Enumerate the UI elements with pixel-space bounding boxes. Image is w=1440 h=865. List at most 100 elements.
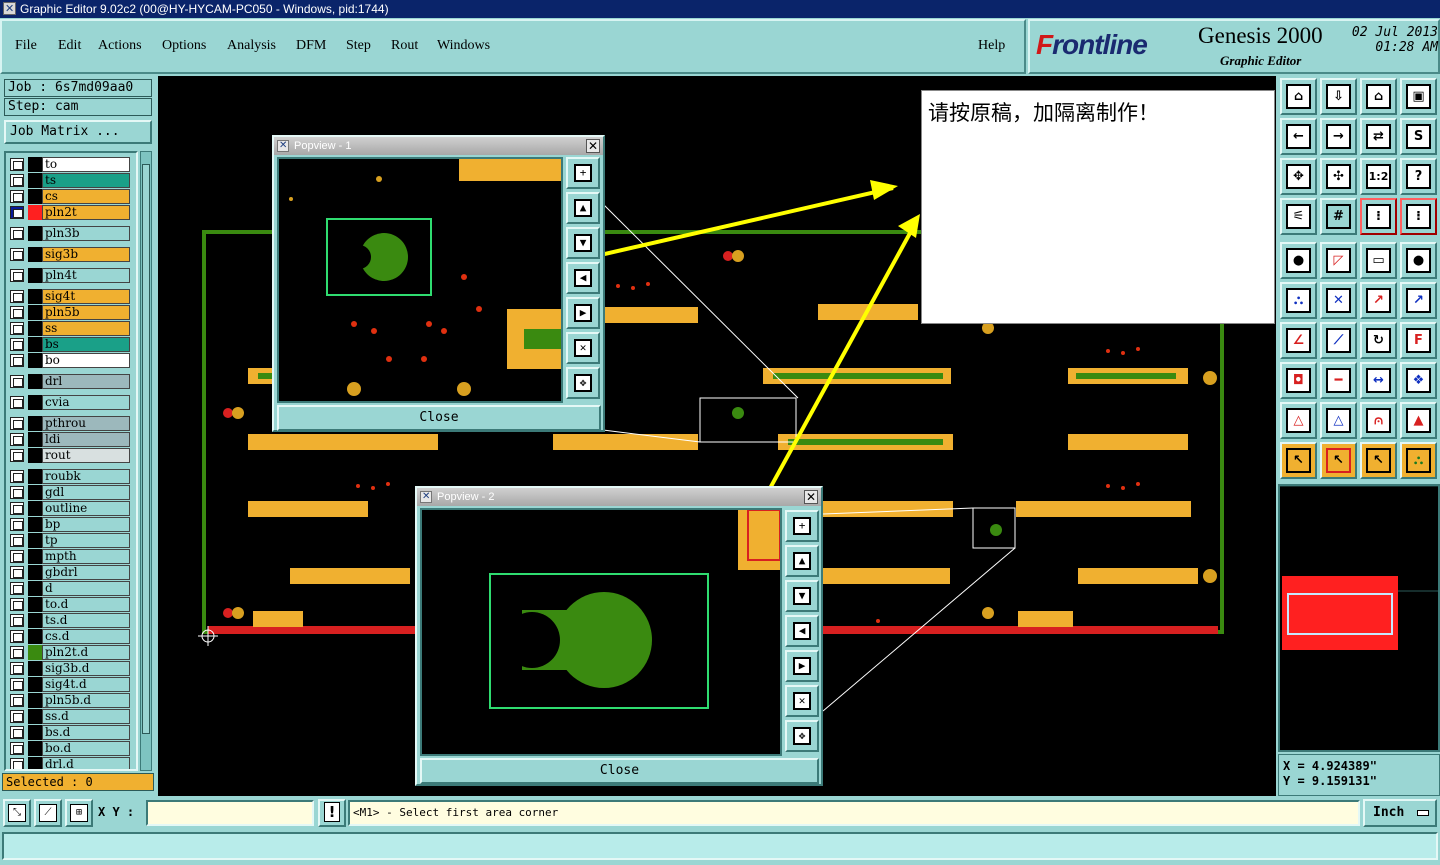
layer-scrollbar[interactable] [140, 151, 152, 771]
diagonal-tool[interactable]: ⟋ [1320, 322, 1357, 359]
arch-tool[interactable]: ⩀ [1360, 402, 1397, 439]
layer-row[interactable]: pln4t [8, 268, 134, 283]
add-feature-tool[interactable]: ● [1280, 242, 1317, 279]
layer-checkbox[interactable] [10, 354, 24, 367]
layer-row[interactable]: d [8, 581, 134, 596]
layer-name[interactable]: roubk [42, 469, 130, 484]
layer-checkbox[interactable] [10, 306, 24, 319]
split-line-tool[interactable]: ━ [1320, 362, 1357, 399]
layer-checkbox[interactable] [10, 662, 24, 675]
pan-right-button[interactable]: ▶ [566, 297, 600, 329]
layer-checkbox[interactable] [10, 678, 24, 691]
menu-windows[interactable]: Windows [437, 38, 490, 54]
layer-checkbox[interactable] [10, 726, 24, 739]
layer-name[interactable]: mpth [42, 549, 130, 564]
layer-row[interactable]: bs [8, 337, 134, 352]
mirror-tool[interactable]: F [1400, 322, 1437, 359]
layer-row[interactable]: bp [8, 517, 134, 532]
fit-button[interactable]: ✥ [785, 720, 819, 752]
layer-name[interactable]: ts [42, 173, 130, 188]
layer-checkbox[interactable] [10, 470, 24, 483]
layer-row[interactable]: to.d [8, 597, 134, 612]
fit-button[interactable]: ✥ [566, 367, 600, 399]
layer-row[interactable]: cs [8, 189, 134, 204]
zoom-out-button[interactable]: ✕ [566, 332, 600, 364]
layer-name[interactable]: pln3b [42, 226, 130, 241]
layer-row[interactable]: sig4t.d [8, 677, 134, 692]
layer-row[interactable]: gbdrl [8, 565, 134, 580]
layer-name[interactable]: ss.d [42, 709, 130, 724]
snap-center-tool[interactable]: ⁝ [1400, 198, 1437, 235]
menu-rout[interactable]: Rout [391, 38, 418, 54]
layer-name[interactable]: sig4t.d [42, 677, 130, 692]
layer-row[interactable]: ss.d [8, 709, 134, 724]
layer-checkbox[interactable] [10, 742, 24, 755]
layer-name[interactable]: drl [42, 374, 130, 389]
scroll-thumb[interactable] [142, 164, 150, 734]
line-tool[interactable]: ◸ [1320, 242, 1357, 279]
home-button[interactable]: ⌂ [1280, 78, 1317, 115]
layer-checkbox[interactable] [10, 158, 24, 171]
layer-row[interactable]: ts.d [8, 613, 134, 628]
popview-2-window[interactable]: Popview - 2 ✕ + ▲ ▼ ◀ ▶ ✕ ✥ Close [415, 486, 823, 786]
layer-checkbox[interactable] [10, 550, 24, 563]
layer-name[interactable]: gdl [42, 485, 130, 500]
pan-down-button[interactable]: ▼ [785, 580, 819, 612]
warning-button[interactable]: ! [318, 799, 346, 827]
pad-tool[interactable]: ● [1400, 242, 1437, 279]
layer-name[interactable]: d [42, 581, 130, 596]
menu-dfm[interactable]: DFM [296, 38, 326, 54]
layer-checkbox[interactable] [10, 582, 24, 595]
layer-checkbox[interactable] [10, 269, 24, 282]
zoom-center-tool[interactable]: ✣ [1320, 158, 1357, 195]
layer-row[interactable]: drl.d [8, 757, 134, 769]
triangle-split-tool[interactable]: △ [1320, 402, 1357, 439]
layer-checkbox[interactable] [10, 758, 24, 769]
triangle-mark-tool[interactable]: ▲ [1400, 402, 1437, 439]
layer-checkbox[interactable] [10, 206, 24, 219]
layer-checkbox[interactable] [10, 375, 24, 388]
layer-checkbox[interactable] [10, 396, 24, 409]
connect-tool[interactable]: ⛬ [1280, 282, 1317, 319]
layer-checkbox[interactable] [10, 630, 24, 643]
layer-row[interactable]: tp [8, 533, 134, 548]
layer-name[interactable]: ts.d [42, 613, 130, 628]
layer-checkbox[interactable] [10, 417, 24, 430]
layer-row[interactable]: sig3b [8, 247, 134, 262]
layer-name[interactable]: cvia [42, 395, 130, 410]
grid-button[interactable]: ⊞ [65, 799, 93, 827]
angle-tool[interactable]: ∠ [1280, 322, 1317, 359]
menu-help[interactable]: Help [978, 38, 1005, 54]
layer-name[interactable]: bo [42, 353, 130, 368]
layer-row[interactable]: pln3b [8, 226, 134, 241]
pan-left-tool[interactable]: ← [1280, 118, 1317, 155]
layer-row[interactable]: bo.d [8, 741, 134, 756]
pan-left-button[interactable]: ◀ [785, 615, 819, 647]
group-tool[interactable]: ❖ [1400, 362, 1437, 399]
swap-tool[interactable]: ⇄ [1360, 118, 1397, 155]
pan-left-button[interactable]: ◀ [566, 262, 600, 294]
layer-row[interactable]: ldi [8, 432, 134, 447]
popview-1-close-button[interactable]: Close [277, 405, 601, 431]
layer-checkbox[interactable] [10, 598, 24, 611]
xy-input[interactable] [146, 800, 314, 826]
layer-checkbox[interactable] [10, 646, 24, 659]
layer-row[interactable]: bo [8, 353, 134, 368]
house-button[interactable]: ⌂ [1360, 78, 1397, 115]
layer-name[interactable]: rout [42, 448, 130, 463]
layer-row[interactable]: pln5b [8, 305, 134, 320]
layer-name[interactable]: tp [42, 533, 130, 548]
zoom-1to2-tool[interactable]: 1:2 [1360, 158, 1397, 195]
layer-name[interactable]: pln5b [42, 305, 130, 320]
pan-right-tool[interactable]: → [1320, 118, 1357, 155]
layer-row[interactable]: rout [8, 448, 134, 463]
layer-name[interactable]: sig3b.d [42, 661, 130, 676]
close-icon[interactable]: ✕ [586, 139, 600, 153]
select-box-tool[interactable]: ↖ [1320, 442, 1357, 479]
layer-checkbox[interactable] [10, 290, 24, 303]
layer-checkbox[interactable] [10, 518, 24, 531]
step-tool[interactable]: S [1400, 118, 1437, 155]
layer-row[interactable]: ts [8, 173, 134, 188]
measure-tool[interactable]: ⚟ [1280, 198, 1317, 235]
pad-swap-tool[interactable]: ◘ [1280, 362, 1317, 399]
